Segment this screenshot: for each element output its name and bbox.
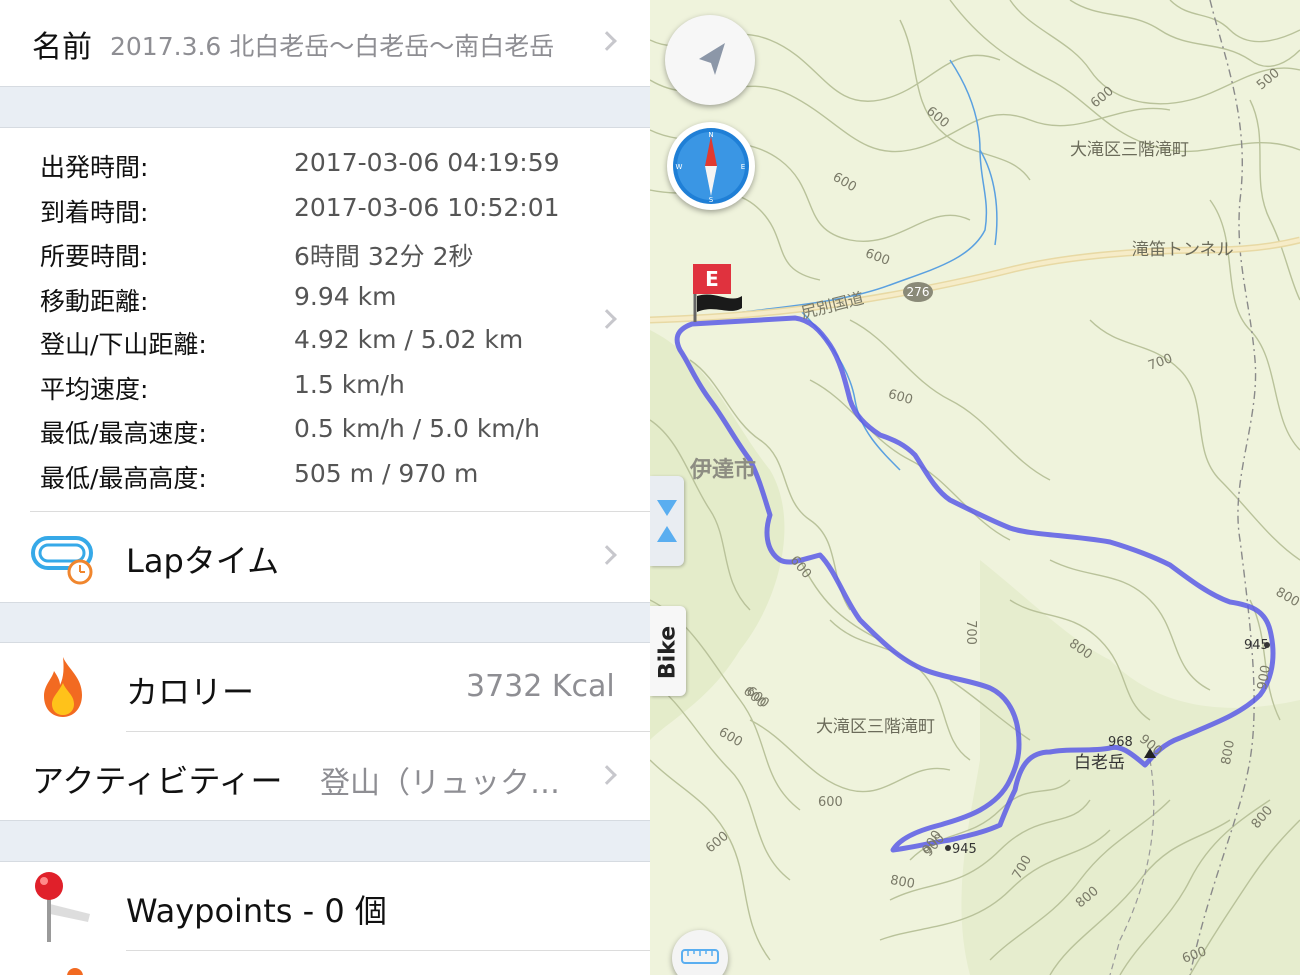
stat-row: 出発時間: 2017-03-06 04:19:59 [0, 142, 650, 186]
svg-text:N: N [708, 131, 713, 139]
panel-toggle-handle[interactable] [650, 476, 684, 566]
stat-label: 平均速度: [40, 375, 149, 404]
chevron-right-icon [597, 31, 617, 51]
divider [126, 950, 650, 951]
calorie-row: カロリー 3732 Kcal [0, 643, 650, 731]
activity-value: 登山（リュック… [320, 766, 560, 801]
spot-elevation: 945 [1244, 638, 1269, 653]
section-separator [0, 86, 650, 128]
arrows-up-down-icon [657, 500, 677, 542]
ruler-icon [681, 949, 719, 964]
stat-value: 4.92 km / 5.02 km [294, 325, 524, 354]
district-label: 大滝区三階滝町 [816, 717, 935, 737]
name-label: 名前 [32, 30, 92, 65]
waypoints-label: Waypoints - 0 個 [126, 892, 387, 930]
lap-time-row[interactable]: Lapタイム [0, 512, 650, 602]
waypoints-row[interactable]: Waypoints - 0 個 [0, 862, 650, 950]
spot-elevation: 968 [1108, 735, 1133, 750]
stat-value: 0.5 km/h / 5.0 km/h [294, 414, 540, 443]
route-shield: 276 [903, 282, 933, 302]
stat-label: 最低/最高速度: [40, 419, 207, 448]
svg-text:W: W [676, 163, 683, 171]
bike-tab[interactable]: Bike [650, 606, 686, 696]
pin-icon [67, 968, 83, 975]
compass-icon: N S W E [673, 128, 749, 204]
route-number: 276 [906, 285, 930, 299]
end-flag-icon: E [693, 264, 731, 294]
stat-label: 登山/下山距離: [40, 330, 207, 359]
svg-text:S: S [709, 196, 714, 204]
section-separator [0, 820, 650, 862]
district-label: 大滝区三階滝町 [1070, 140, 1189, 160]
stat-label: 所要時間: [40, 242, 149, 271]
locate-button[interactable] [665, 15, 755, 105]
svg-text:E: E [741, 163, 745, 171]
stat-value: 1.5 km/h [294, 370, 405, 399]
bike-tab-label: Bike [655, 625, 681, 680]
stat-value: 9.94 km [294, 282, 397, 311]
chevron-right-icon [597, 545, 617, 565]
contour-label: 700 [962, 620, 978, 645]
calorie-value: 3732 Kcal [466, 669, 615, 704]
stat-row: 到着時間: 2017-03-06 10:52:01 [0, 187, 650, 231]
stat-label: 移動距離: [40, 287, 149, 316]
stat-row: 所要時間: 6時間 32分 2秒 [0, 231, 650, 275]
stat-value: 2017-03-06 04:19:59 [294, 148, 560, 177]
contour-label: 600 [818, 795, 843, 810]
flame-icon [44, 657, 82, 717]
section-separator [0, 602, 650, 643]
pin-icon [35, 872, 90, 942]
route-map[interactable]: E 276 伊達市 大滝区三階滝町 大滝区三階滝町 滝笛トンネル 尻別国道 白老… [650, 0, 1300, 975]
lap-timer-icon [31, 536, 93, 585]
activity-row[interactable]: アクティビティー 登山（リュック… [0, 732, 650, 820]
stat-row: 移動距離: 9.94 km [0, 276, 650, 320]
stat-row: 最低/最高速度: 0.5 km/h / 5.0 km/h [0, 408, 650, 452]
name-row[interactable]: 名前 2017.3.6 北白老岳〜白老岳〜南白老岳 [0, 0, 650, 86]
stat-label: 到着時間: [40, 198, 149, 227]
activity-detail-panel: 名前 2017.3.6 北白老岳〜白老岳〜南白老岳 出発時間: 2017-03-… [0, 0, 650, 975]
chevron-right-icon [597, 765, 617, 785]
spot-elevation: 945 [952, 842, 977, 857]
spot-height-icon [945, 845, 951, 851]
end-flag-label: E [705, 267, 719, 291]
stat-row: 最低/最高高度: 505 m / 970 m [0, 453, 650, 497]
tunnel-label: 滝笛トンネル [1132, 240, 1234, 260]
stat-value: 6時間 32分 2秒 [294, 242, 474, 271]
stat-value: 505 m / 970 m [294, 459, 479, 488]
lap-time-label: Lapタイム [126, 542, 280, 580]
measure-button[interactable] [672, 930, 728, 975]
stat-value: 2017-03-06 10:52:01 [294, 193, 560, 222]
stat-label: 最低/最高高度: [40, 464, 207, 493]
name-value: 2017.3.6 北白老岳〜白老岳〜南白老岳 [110, 32, 555, 61]
calorie-label: カロリー [126, 673, 255, 711]
stat-row: 登山/下山距離: 4.92 km / 5.02 km [0, 319, 650, 363]
location-arrow-icon [699, 43, 725, 75]
city-label: 伊達市 [690, 458, 757, 483]
stat-label: 出発時間: [40, 153, 149, 182]
compass-button[interactable]: N S W E [667, 122, 755, 210]
activity-label: アクティビティー [32, 762, 283, 800]
stat-row: 平均速度: 1.5 km/h [0, 364, 650, 408]
peak-label: 白老岳 [1074, 753, 1125, 773]
